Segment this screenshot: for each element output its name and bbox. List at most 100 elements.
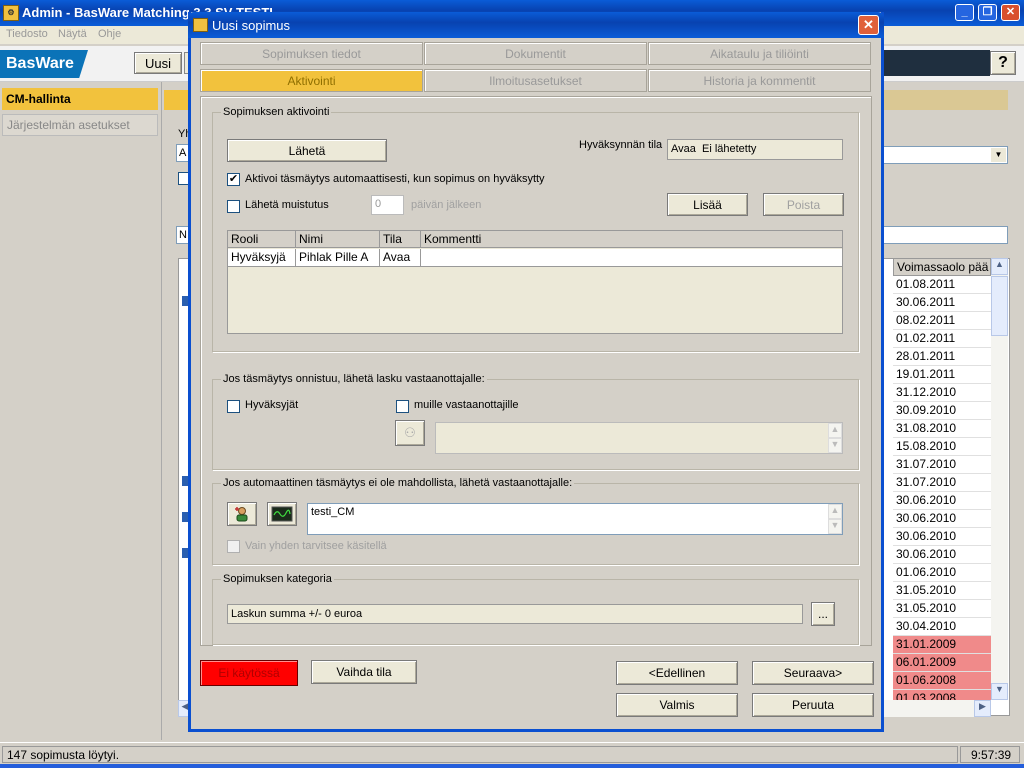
date-cell[interactable]: 30.09.2010 bbox=[893, 402, 991, 420]
group-manual-recipients: Jos automaattinen täsmäytys ei ole mahdo… bbox=[212, 477, 859, 565]
reminder-checkbox[interactable] bbox=[227, 200, 240, 213]
date-cell[interactable]: 15.08.2010 bbox=[893, 438, 991, 456]
group-label: Sopimuksen kategoria bbox=[221, 573, 334, 585]
scroll-up-icon[interactable]: ▲ bbox=[828, 423, 842, 438]
date-cell[interactable]: 01.06.2008 bbox=[893, 672, 991, 690]
scroll-thumb[interactable] bbox=[991, 276, 1008, 336]
table-header: Rooli Nimi Tila Kommentti bbox=[228, 231, 842, 248]
approval-state-label: Hyväksynnän tila bbox=[579, 139, 663, 151]
reminder-label[interactable]: Lähetä muistutus bbox=[245, 199, 329, 211]
header-nimi[interactable]: Nimi bbox=[296, 231, 380, 248]
bg-search-right[interactable] bbox=[882, 226, 1008, 244]
header-kommentti[interactable]: Kommentti bbox=[421, 231, 842, 248]
auto-match-checkbox[interactable]: ✔ bbox=[227, 173, 240, 186]
date-cell[interactable]: 30.04.2010 bbox=[893, 618, 991, 636]
date-cell[interactable]: 28.01.2011 bbox=[893, 348, 991, 366]
cancel-button[interactable]: Peruuta bbox=[752, 693, 874, 717]
approval-state-field: Avaa Ei lähetetty bbox=[667, 139, 843, 160]
menu-view[interactable]: Näytä bbox=[58, 28, 87, 40]
new-button[interactable]: Uusi bbox=[134, 52, 182, 74]
dialog-close-button[interactable]: ✕ bbox=[858, 15, 879, 35]
approvers-checkbox[interactable] bbox=[227, 400, 240, 413]
other-recipients-list[interactable]: ▲ ▼ bbox=[435, 422, 843, 454]
date-cell[interactable]: 31.01.2009 bbox=[893, 636, 991, 654]
dialog-titlebar[interactable]: Uusi sopimus ✕ bbox=[188, 12, 884, 38]
single-handler-checkbox[interactable] bbox=[227, 540, 240, 553]
add-button[interactable]: Lisää bbox=[667, 193, 748, 216]
date-cell[interactable]: 19.01.2011 bbox=[893, 366, 991, 384]
menu-file[interactable]: Tiedosto bbox=[6, 28, 48, 40]
tab-dokumentit[interactable]: Dokumentit bbox=[424, 42, 647, 65]
change-state-button[interactable]: Vaihda tila bbox=[311, 660, 417, 684]
date-cell[interactable]: 30.06.2011 bbox=[893, 294, 991, 312]
date-cell[interactable]: 30.06.2010 bbox=[893, 492, 991, 510]
auto-match-label[interactable]: Aktivoi täsmäytys automaattisesti, kun s… bbox=[245, 173, 545, 185]
header-tila[interactable]: Tila bbox=[380, 231, 421, 248]
horizontal-scrollbar[interactable]: ▶ bbox=[882, 700, 991, 717]
other-recipients-checkbox[interactable] bbox=[396, 400, 409, 413]
manual-recipient-field[interactable]: testi_CM ▲ ▼ bbox=[307, 503, 843, 535]
date-cell[interactable]: 08.02.2011 bbox=[893, 312, 991, 330]
category-browse-button[interactable]: ... bbox=[811, 602, 835, 626]
next-button[interactable]: Seuraava> bbox=[752, 661, 874, 685]
date-cell[interactable]: 01.08.2011 bbox=[893, 276, 991, 294]
column-header-voimassaolo[interactable]: Voimassaolo pää bbox=[893, 258, 991, 276]
scroll-up-icon[interactable]: ▲ bbox=[991, 258, 1008, 275]
done-button[interactable]: Valmis bbox=[616, 693, 738, 717]
brand-logo: BasWare bbox=[0, 50, 88, 78]
group-success-recipients: Jos täsmäytys onnistuu, lähetä lasku vas… bbox=[212, 373, 859, 470]
add-recipient-button[interactable]: ⚇ bbox=[395, 420, 425, 446]
bg-dropdown[interactable]: ▼ bbox=[882, 146, 1008, 164]
date-cell[interactable]: 31.07.2010 bbox=[893, 474, 991, 492]
date-cell[interactable]: 31.05.2010 bbox=[893, 600, 991, 618]
brand-text: BasWare bbox=[6, 55, 74, 72]
approval-state-value: Avaa Ei lähetetty bbox=[671, 143, 757, 155]
date-cell[interactable]: 31.07.2010 bbox=[893, 456, 991, 474]
approvers-label[interactable]: Hyväksyjät bbox=[245, 399, 298, 411]
add-user-button[interactable] bbox=[227, 502, 257, 526]
remove-button[interactable]: Poista bbox=[763, 193, 844, 216]
scroll-right-icon[interactable]: ▶ bbox=[974, 700, 991, 717]
date-cell[interactable]: 01.06.2010 bbox=[893, 564, 991, 582]
sidebar-item-cm-hallinta[interactable]: CM-hallinta bbox=[2, 88, 158, 110]
tab-aikataulu-ja-tiliointi[interactable]: Aikataulu ja tiliöinti bbox=[648, 42, 871, 65]
header-rooli[interactable]: Rooli bbox=[228, 231, 296, 248]
single-handler-label[interactable]: Vain yhden tarvitsee käsitellä bbox=[245, 540, 387, 552]
date-cell[interactable]: 30.06.2010 bbox=[893, 510, 991, 528]
tab-ilmoitusasetukset[interactable]: Ilmoitusasetukset bbox=[424, 69, 647, 92]
date-cell[interactable]: 06.01.2009 bbox=[893, 654, 991, 672]
scroll-down-icon[interactable]: ▼ bbox=[991, 683, 1008, 700]
minimize-button[interactable]: _ bbox=[955, 4, 974, 21]
date-cell[interactable]: 30.06.2010 bbox=[893, 528, 991, 546]
scroll-down-icon[interactable]: ▼ bbox=[828, 519, 842, 534]
reminder-days-input[interactable]: 0 bbox=[371, 195, 404, 215]
monitor-button[interactable] bbox=[267, 502, 297, 526]
tab-sopimuksen-tiedot[interactable]: Sopimuksen tiedot bbox=[200, 42, 423, 65]
date-cell[interactable]: 30.06.2010 bbox=[893, 546, 991, 564]
other-recipients-label[interactable]: muille vastaanottajille bbox=[414, 399, 519, 411]
scroll-up-icon[interactable]: ▲ bbox=[828, 504, 842, 519]
date-cell[interactable]: 31.08.2010 bbox=[893, 420, 991, 438]
scroll-down-icon[interactable]: ▼ bbox=[828, 438, 842, 453]
status-indicator-button[interactable]: Ei käytössä bbox=[200, 660, 298, 686]
bg-input-text: A bbox=[179, 147, 187, 159]
tab-aktivointi[interactable]: Aktivointi bbox=[200, 69, 423, 92]
table-row[interactable]: Hyväksyjä Pihlak Pille A Avaa bbox=[228, 249, 842, 267]
date-cell[interactable]: 31.05.2010 bbox=[893, 582, 991, 600]
cell-nimi: Pihlak Pille A bbox=[296, 249, 380, 266]
sidebar-item-jarjestelman-asetukset[interactable]: Järjestelmän asetukset bbox=[2, 114, 158, 136]
vertical-scrollbar[interactable]: ▲ ▼ bbox=[991, 258, 1008, 700]
help-button[interactable]: ? bbox=[990, 51, 1016, 75]
send-button[interactable]: Lähetä bbox=[227, 139, 387, 162]
maximize-button[interactable]: ❐ bbox=[978, 4, 997, 21]
tab-historia-ja-kommentit[interactable]: Historia ja kommentit bbox=[648, 69, 871, 92]
date-cell[interactable]: 01.02.2011 bbox=[893, 330, 991, 348]
add-user-icon bbox=[235, 507, 248, 522]
date-cell[interactable]: 31.12.2010 bbox=[893, 384, 991, 402]
close-button[interactable]: ✕ bbox=[1001, 4, 1020, 21]
sidebar-item-label: Järjestelmän asetukset bbox=[7, 118, 130, 132]
chevron-down-icon[interactable]: ▼ bbox=[991, 148, 1006, 162]
sidebar-item-label: CM-hallinta bbox=[6, 92, 71, 106]
previous-button[interactable]: <Edellinen bbox=[616, 661, 738, 685]
menu-help[interactable]: Ohje bbox=[98, 28, 121, 40]
